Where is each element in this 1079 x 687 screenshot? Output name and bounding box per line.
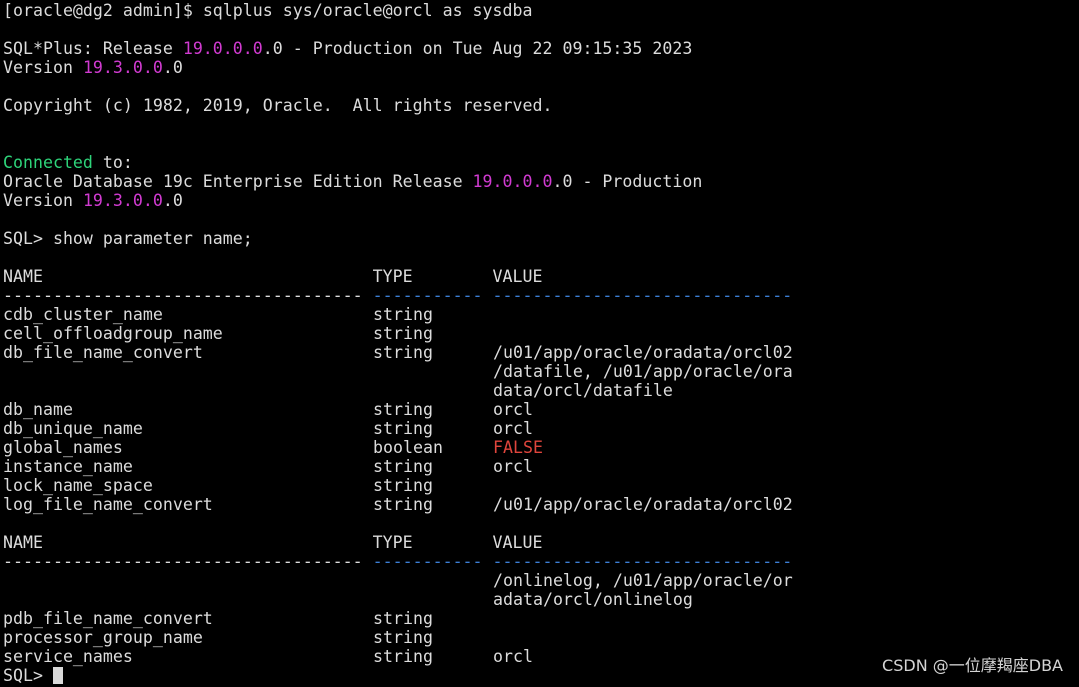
table-row: log_file_name_convert string/u01/app/orac… bbox=[3, 495, 793, 514]
param-name: instance_name bbox=[3, 457, 133, 476]
table-row: service_names string orcl bbox=[3, 647, 533, 666]
sql-prompt: SQL> bbox=[3, 666, 53, 685]
separator-dashes: ----------- bbox=[372, 286, 493, 305]
result-header-2: NAME TYPE VALUE bbox=[3, 533, 542, 552]
param-value: /u01/app/oracle/oradata/orcl02 bbox=[493, 495, 793, 514]
table-row: cell_offloadgroup_name string bbox=[3, 324, 493, 343]
connected-line: Connected to: bbox=[3, 153, 133, 172]
table-row: data/orcl/datafile bbox=[3, 381, 673, 400]
version-text: Version bbox=[3, 191, 83, 210]
terminal-window[interactable]: [oracle@dg2 admin]$ sqlplus sys/oracle@o… bbox=[0, 0, 1079, 687]
database-version-line: Version 19.3.0.0.0 bbox=[3, 191, 183, 210]
param-name: db_name bbox=[3, 400, 73, 419]
param-value: /onlinelog, /u01/app/oracle/or bbox=[493, 571, 793, 590]
result-separator-2: ------------------------------------ ---… bbox=[3, 552, 792, 571]
param-value: orcl bbox=[493, 400, 533, 419]
shell-prompt: [oracle@dg2 admin]$ bbox=[3, 1, 203, 20]
separator-dashes: ------------------------------------ bbox=[3, 552, 373, 571]
sql-prompt-line[interactable]: SQL> bbox=[3, 666, 63, 685]
column-header-value: VALUE bbox=[492, 267, 543, 286]
param-value: orcl bbox=[493, 457, 533, 476]
edition-text: .0 - Production bbox=[552, 172, 703, 191]
separator-dashes: ------------------------------ bbox=[492, 286, 793, 305]
banner-text: Version bbox=[3, 58, 83, 77]
db-release-number: 19.0.0.0 bbox=[472, 172, 553, 191]
param-name: service_names bbox=[3, 647, 133, 666]
separator-dashes: ----------- bbox=[372, 552, 493, 571]
param-value: /datafile, /u01/app/oracle/ora bbox=[493, 362, 793, 381]
table-row: db_unique_name string orcl bbox=[3, 419, 533, 438]
separator-dashes: ------------------------------ bbox=[492, 552, 793, 571]
param-name: cdb_cluster_name bbox=[3, 305, 163, 324]
column-header-type: TYPE bbox=[372, 533, 493, 552]
banner-text: .0 bbox=[162, 58, 183, 77]
version-text: .0 bbox=[162, 191, 183, 210]
param-value: data/orcl/datafile bbox=[493, 381, 673, 400]
separator-dashes: ------------------------------------ bbox=[3, 286, 373, 305]
database-edition-line: Oracle Database 19c Enterprise Edition R… bbox=[3, 172, 702, 191]
connected-status: Connected bbox=[3, 153, 93, 172]
param-type: string bbox=[373, 457, 433, 476]
connected-text: to: bbox=[92, 153, 133, 172]
param-type: string bbox=[373, 647, 433, 666]
param-value: FALSE bbox=[493, 438, 543, 457]
table-row: adata/orcl/onlinelog bbox=[3, 590, 693, 609]
table-row: instance_name string orcl bbox=[3, 457, 533, 476]
param-value: orcl bbox=[493, 647, 533, 666]
param-name: global_names bbox=[3, 438, 123, 457]
param-type: boolean bbox=[373, 438, 443, 457]
banner-release-line: SQL*Plus: Release 19.0.0.0.0 - Productio… bbox=[3, 39, 692, 58]
param-type: string bbox=[373, 495, 433, 514]
version-number: 19.3.0.0 bbox=[82, 58, 163, 77]
param-type: string bbox=[373, 343, 433, 362]
csdn-watermark: CSDN @一位摩羯座DBA bbox=[882, 656, 1063, 675]
table-row: /onlinelog, /u01/app/oracle/or bbox=[3, 571, 793, 590]
banner-text: SQL*Plus: Release bbox=[3, 39, 183, 58]
param-type: string bbox=[373, 305, 433, 324]
banner-text: .0 - Production on Tue Aug 22 09:15:35 2… bbox=[262, 39, 693, 58]
param-type: string bbox=[373, 628, 433, 647]
table-row: lock_name_space string bbox=[3, 476, 493, 495]
table-row: pdb_file_name_convert string bbox=[3, 609, 493, 628]
table-row: cdb_cluster_name string bbox=[3, 305, 493, 324]
param-value: orcl bbox=[493, 419, 533, 438]
param-name: cell_offloadgroup_name bbox=[3, 324, 223, 343]
edition-text: Oracle Database 19c Enterprise Edition R… bbox=[3, 172, 473, 191]
sql-query-line: SQL> show parameter name; bbox=[3, 229, 253, 248]
banner-version-line: Version 19.3.0.0.0 bbox=[3, 58, 183, 77]
text-cursor bbox=[52, 667, 63, 684]
param-type: string bbox=[373, 476, 433, 495]
result-separator-1: ------------------------------------ ---… bbox=[3, 286, 792, 305]
shell-command-line: [oracle@dg2 admin]$ sqlplus sys/oracle@o… bbox=[3, 1, 533, 20]
copyright-line: Copyright (c) 1982, 2019, Oracle. All ri… bbox=[3, 96, 553, 115]
result-header-1: NAME TYPE VALUE bbox=[3, 267, 542, 286]
param-name: processor_group_name bbox=[3, 628, 203, 647]
shell-command: sqlplus sys/oracle@orcl as sysdba bbox=[202, 1, 533, 20]
table-row: db_file_name_convert string/u01/app/oracl… bbox=[3, 343, 793, 362]
table-row: /datafile, /u01/app/oracle/ora bbox=[3, 362, 793, 381]
column-header-value: VALUE bbox=[492, 533, 543, 552]
param-name: db_file_name_convert bbox=[3, 343, 203, 362]
table-row: db_name string orcl bbox=[3, 400, 533, 419]
column-header-name: NAME bbox=[3, 267, 373, 286]
param-type: string bbox=[373, 419, 433, 438]
table-row: global_names boolean FALSE bbox=[3, 438, 543, 457]
param-value: adata/orcl/onlinelog bbox=[493, 590, 693, 609]
param-name: log_file_name_convert bbox=[3, 495, 213, 514]
db-version-number: 19.3.0.0 bbox=[82, 191, 163, 210]
param-value: /u01/app/oracle/oradata/orcl02 bbox=[493, 343, 793, 362]
column-header-type: TYPE bbox=[372, 267, 493, 286]
param-type: string bbox=[373, 609, 433, 628]
param-name: db_unique_name bbox=[3, 419, 143, 438]
release-version-number: 19.0.0.0 bbox=[182, 39, 263, 58]
table-row: processor_group_name string bbox=[3, 628, 493, 647]
param-name: lock_name_space bbox=[3, 476, 153, 495]
column-header-name: NAME bbox=[3, 533, 373, 552]
param-name: pdb_file_name_convert bbox=[3, 609, 213, 628]
param-type: string bbox=[373, 324, 433, 343]
param-type: string bbox=[373, 400, 433, 419]
